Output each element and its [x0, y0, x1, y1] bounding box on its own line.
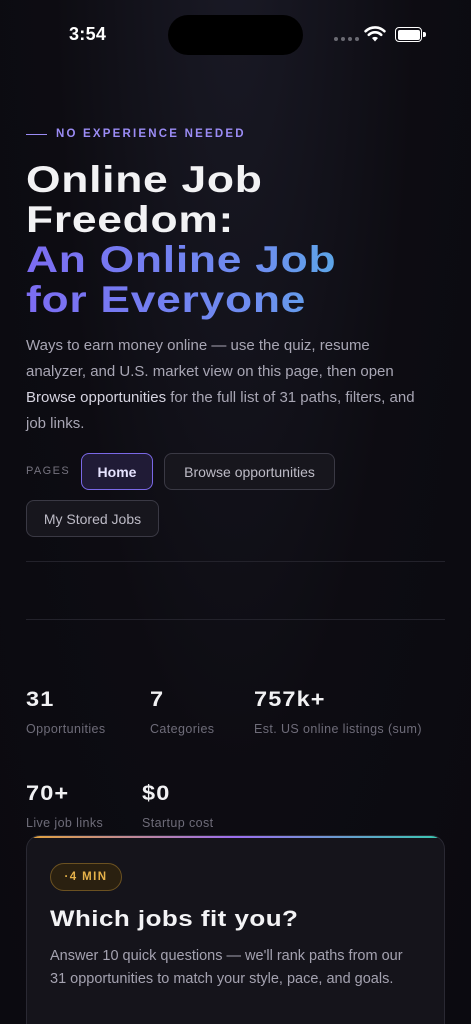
stat-value: 70+	[26, 782, 70, 805]
battery-icon	[395, 27, 426, 42]
quiz-card-title: Which jobs fit you?	[50, 906, 299, 931]
page: 3:54 NO EXPERIENCE NEEDED Online Job Fre…	[0, 0, 471, 1024]
title-line-1: Online Job	[26, 159, 263, 200]
stat-label: Categories	[150, 722, 215, 736]
title-line-3: An Online Job	[26, 240, 471, 280]
stat-categories: 7 Categories	[150, 688, 214, 736]
card-accent-line	[27, 836, 444, 838]
stat-label: Startup cost	[142, 816, 214, 830]
duration-badge: ·4 MIN	[50, 863, 122, 891]
title-line-2: Freedom:	[26, 199, 235, 240]
divider	[26, 561, 445, 562]
desc-part-1: Ways to earn money online — use the quiz…	[26, 337, 394, 380]
title-line-4: for Everyone	[26, 280, 471, 320]
stat-label: Opportunities	[26, 722, 106, 736]
divider	[26, 619, 445, 620]
pages-label: PAGES	[26, 465, 71, 477]
stat-value: 757k+	[254, 688, 326, 711]
page-title: Online Job Freedom: An Online Job for Ev…	[26, 160, 466, 320]
hero-description: Ways to earn money online — use the quiz…	[26, 333, 426, 437]
eyebrow: NO EXPERIENCE NEEDED	[26, 128, 246, 140]
stat-value: $0	[142, 782, 171, 805]
nav-browse-button[interactable]: Browse opportunities	[164, 453, 335, 490]
stat-value: 7	[150, 688, 165, 711]
nav-stored-jobs-button[interactable]: My Stored Jobs	[26, 500, 159, 537]
status-bar: 3:54	[0, 0, 471, 70]
dynamic-island	[168, 15, 303, 55]
stat-value: 31	[26, 688, 55, 711]
stat-opportunities: 31 Opportunities	[26, 688, 106, 736]
cellular-signal-icon	[334, 37, 359, 41]
stat-listings: 757k+ Est. US online listings (sum)	[254, 688, 422, 736]
nav-home-button[interactable]: Home	[81, 453, 153, 490]
browse-link-inline[interactable]: Browse opportunities	[26, 389, 166, 406]
status-time: 3:54	[69, 24, 107, 44]
stat-label: Est. US online listings (sum)	[254, 722, 422, 736]
wifi-icon	[364, 26, 386, 42]
quiz-card-description: Answer 10 quick questions — we'll rank p…	[50, 948, 403, 987]
eyebrow-text: NO EXPERIENCE NEEDED	[56, 128, 246, 140]
quiz-card[interactable]: ·4 MIN Which jobs fit you? Answer 10 qui…	[26, 835, 445, 1024]
eyebrow-line	[26, 133, 47, 135]
stat-job-links: 70+ Live job links	[26, 782, 103, 830]
stat-label: Live job links	[26, 816, 104, 830]
stat-startup-cost: $0 Startup cost	[142, 782, 214, 830]
